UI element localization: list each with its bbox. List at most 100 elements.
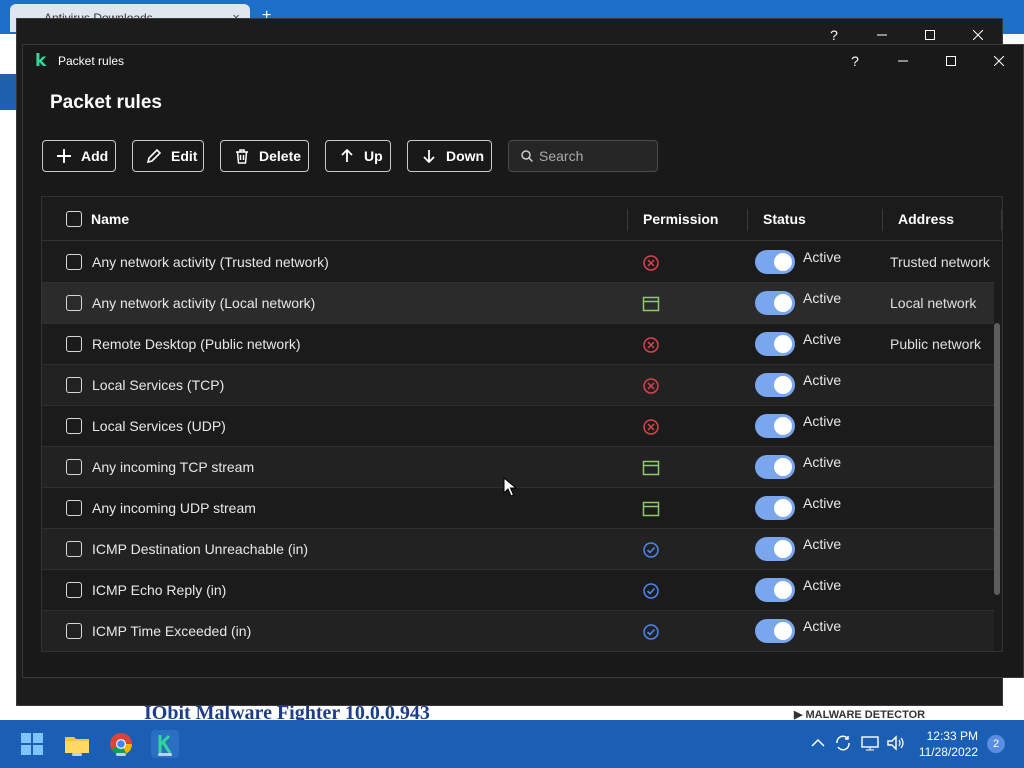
minimize-icon <box>898 60 908 62</box>
rule-name: Any network activity (Trusted network) <box>92 254 329 270</box>
toggle-knob <box>774 376 792 394</box>
status-toggle[interactable] <box>755 414 795 438</box>
kaspersky-button[interactable] <box>151 730 179 758</box>
row-checkbox[interactable] <box>66 336 82 352</box>
status-toggle[interactable] <box>755 496 795 520</box>
column-header-name[interactable]: Name <box>91 197 129 241</box>
add-button-label: Add <box>81 148 109 164</box>
volume-icon[interactable] <box>886 734 906 752</box>
status-toggle[interactable] <box>755 578 795 602</box>
table-row[interactable]: Local Services (TCP) Active <box>42 365 994 406</box>
row-checkbox[interactable] <box>66 582 82 598</box>
by-application-icon[interactable] <box>642 459 660 477</box>
allow-icon[interactable] <box>642 623 660 641</box>
close-button[interactable] <box>975 45 1023 77</box>
status-toggle[interactable] <box>755 619 795 643</box>
column-divider[interactable] <box>627 209 628 231</box>
toggle-knob <box>774 499 792 517</box>
table-row[interactable]: Any network activity (Local network) Acti… <box>42 283 994 324</box>
chevron-up-icon[interactable] <box>811 738 825 748</box>
column-header-permission[interactable]: Permission <box>643 197 718 241</box>
search-input[interactable] <box>539 148 649 164</box>
site-tag[interactable]: ▶ MALWARE DETECTOR <box>794 708 925 720</box>
packet-rules-table: Name Permission Status Address Any netwo… <box>41 196 1003 652</box>
status-toggle[interactable] <box>755 291 795 315</box>
window-controls: ? <box>831 45 1023 77</box>
active-indicator <box>158 753 172 756</box>
status-toggle[interactable] <box>755 455 795 479</box>
row-checkbox[interactable] <box>66 254 82 270</box>
row-checkbox[interactable] <box>66 459 82 475</box>
status-label: Active <box>803 249 842 265</box>
block-icon[interactable] <box>642 254 660 272</box>
rule-name: ICMP Echo Reply (in) <box>92 582 227 598</box>
status-toggle[interactable] <box>755 332 795 356</box>
column-divider[interactable] <box>1001 209 1002 231</box>
allow-icon[interactable] <box>642 582 660 600</box>
edit-button[interactable]: Edit <box>132 140 204 172</box>
column-divider[interactable] <box>882 209 883 231</box>
minimize-button[interactable] <box>879 45 927 77</box>
row-checkbox[interactable] <box>66 500 82 516</box>
maximize-button[interactable] <box>927 45 975 77</box>
start-button[interactable] <box>18 730 46 758</box>
row-checkbox[interactable] <box>66 295 82 311</box>
table-row[interactable]: ICMP Time Exceeded (in) Active <box>42 611 994 651</box>
address-cell: Trusted network <box>890 254 990 270</box>
search-icon <box>521 150 533 162</box>
status-toggle[interactable] <box>755 537 795 561</box>
row-checkbox[interactable] <box>66 623 82 639</box>
column-divider[interactable] <box>747 209 748 231</box>
table-scrollbar-thumb[interactable] <box>994 323 1000 595</box>
edit-button-label: Edit <box>171 148 198 164</box>
column-header-address[interactable]: Address <box>898 197 954 241</box>
table-row[interactable]: Any incoming TCP stream Active <box>42 447 994 488</box>
toggle-knob <box>774 540 792 558</box>
toggle-knob <box>774 458 792 476</box>
up-button[interactable]: Up <box>325 140 391 172</box>
rule-name: Any network activity (Local network) <box>92 295 316 311</box>
delete-button[interactable]: Delete <box>220 140 309 172</box>
rule-name: Any incoming UDP stream <box>92 500 256 516</box>
search-box[interactable] <box>508 140 658 172</box>
table-row[interactable]: Any network activity (Trusted network) Ac… <box>42 242 994 283</box>
table-row[interactable]: Local Services (UDP) Active <box>42 406 994 447</box>
toggle-knob <box>774 581 792 599</box>
file-explorer-button[interactable] <box>63 730 91 758</box>
taskbar: 12:33 PM 11/28/2022 2 <box>0 720 1024 768</box>
table-row[interactable]: ICMP Echo Reply (in) Active <box>42 570 994 611</box>
allow-icon[interactable] <box>642 541 660 559</box>
rule-name: Remote Desktop (Public network) <box>92 336 301 352</box>
help-button[interactable]: ? <box>831 45 879 77</box>
block-icon[interactable] <box>642 377 660 395</box>
table-row[interactable]: ICMP Destination Unreachable (in) Active <box>42 529 994 570</box>
add-button[interactable]: Add <box>42 140 116 172</box>
sync-icon[interactable] <box>834 734 852 752</box>
network-icon[interactable] <box>860 734 880 752</box>
close-icon <box>994 56 1004 66</box>
status-label: Active <box>803 536 842 552</box>
table-row[interactable]: Remote Desktop (Public network) Active Pub… <box>42 324 994 365</box>
status-toggle[interactable] <box>755 250 795 274</box>
address-cell: Public network <box>890 336 982 352</box>
table-row[interactable]: Any incoming UDP stream Active <box>42 488 994 529</box>
down-button[interactable]: Down <box>407 140 492 172</box>
by-application-icon[interactable] <box>642 500 660 518</box>
notification-badge[interactable]: 2 <box>987 735 1005 753</box>
row-checkbox[interactable] <box>66 418 82 434</box>
system-clock[interactable]: 12:33 PM 11/28/2022 <box>908 728 978 760</box>
block-icon[interactable] <box>642 418 660 436</box>
toggle-knob <box>774 417 792 435</box>
select-all-checkbox[interactable] <box>66 211 82 227</box>
status-toggle[interactable] <box>755 373 795 397</box>
column-header-status[interactable]: Status <box>763 197 806 241</box>
close-icon <box>973 30 983 40</box>
status-label: Active <box>803 454 842 470</box>
block-icon[interactable] <box>642 336 660 354</box>
row-checkbox[interactable] <box>66 541 82 557</box>
window-titlebar[interactable]: k Packet rules ? <box>23 45 1023 77</box>
chrome-button[interactable] <box>107 730 135 758</box>
row-checkbox[interactable] <box>66 377 82 393</box>
by-application-icon[interactable] <box>642 295 660 313</box>
status-label: Active <box>803 372 842 388</box>
